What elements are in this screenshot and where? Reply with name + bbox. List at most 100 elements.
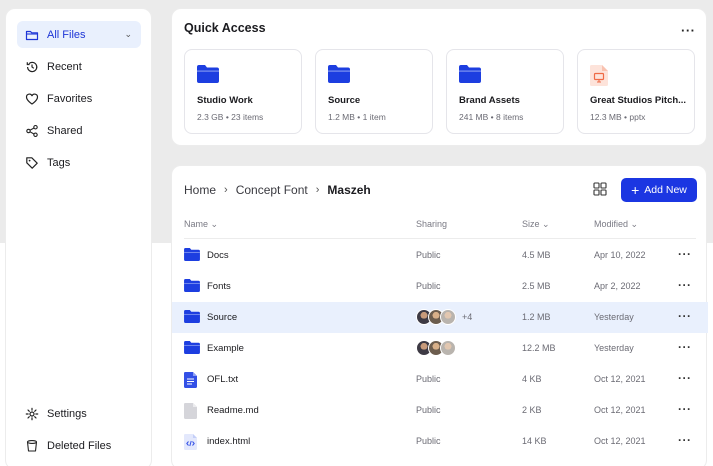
sidebar-item-label: Shared [47,124,83,137]
row-more-button[interactable]: ··· [678,371,692,385]
file-size: 1.2 MB [522,312,551,322]
presentation-file-icon [590,65,608,86]
table-row[interactable]: Fonts Public 2.5 MB Apr 2, 2022 ··· [172,271,708,302]
shared-avatars[interactable] [416,340,456,356]
sharing-status: Public [416,436,441,446]
table-row[interactable]: OFL.txt Public 4 KB Oct 12, 2021 ··· [172,364,708,395]
card-name: Source [328,95,361,106]
grid-icon [593,182,607,196]
table-row[interactable]: Docs Public 4.5 MB Apr 10, 2022 ··· [172,240,708,271]
card-name: Great Studios Pitch... [590,95,687,106]
modified-date: Oct 12, 2021 [594,405,646,415]
sharing-status: Public [416,374,441,384]
file-name: Fonts [207,281,231,292]
file-name: index.html [207,436,251,447]
sharing-status: Public [416,281,441,291]
row-more-button[interactable]: ··· [678,433,692,447]
quick-access-card[interactable]: Brand Assets 241 MB • 8 items [446,49,564,134]
table-row[interactable]: Source +4 1.2 MB Yesterday ··· [172,302,708,333]
breadcrumb-home[interactable]: Home [184,183,216,197]
trash-icon [26,439,38,452]
quick-access-card[interactable]: Great Studios Pitch... 12.3 MB • pptx [577,49,695,134]
sidebar-item-label: Favorites [47,92,93,105]
card-meta: 241 MB • 8 items [459,112,524,122]
folder-icon [459,65,481,83]
modified-date: Yesterday [594,312,634,322]
plus-icon: + [631,181,640,198]
sidebar-item-all-files[interactable]: All Files ⌄ [17,21,141,48]
card-meta: 1.2 MB • 1 item [328,112,386,122]
shared-avatars[interactable]: +4 [416,309,472,325]
modified-date: Yesterday [594,343,634,353]
column-header-size[interactable]: Size ⌄ [522,219,550,230]
file-name: Example [207,343,244,354]
row-more-button[interactable]: ··· [678,402,692,416]
folder-icon [184,248,200,261]
column-header-sharing: Sharing [416,219,448,229]
modified-date: Oct 12, 2021 [594,374,646,384]
sidebar-item-label: Settings [47,407,87,420]
card-meta: 2.3 GB • 23 items [197,112,264,122]
header-divider [184,238,696,239]
sidebar-item-label: Tags [47,156,71,169]
avatar [440,309,456,325]
column-header-name[interactable]: Name ⌄ [184,219,218,230]
column-header-modified[interactable]: Modified ⌄ [594,219,638,230]
text-file-icon [184,372,197,388]
breadcrumb: Home › Concept Font › Maszeh [184,183,371,197]
add-new-button[interactable]: + Add New [621,178,697,202]
quick-access-panel: Quick Access ··· Studio Work 2.3 GB • 23… [171,8,707,146]
sidebar-item-settings[interactable]: Settings [17,400,141,427]
folder-icon [184,341,200,354]
sidebar-item-deleted-files[interactable]: Deleted Files [17,432,141,459]
file-name: Source [207,312,238,323]
file-size: 14 KB [522,436,547,446]
sidebar-item-favorites[interactable]: Favorites [17,85,141,112]
sharing-status: Public [416,405,441,415]
file-name: Docs [207,250,229,261]
folder-icon [197,65,219,83]
chevron-right-icon: › [224,184,228,196]
row-more-button[interactable]: ··· [678,309,692,323]
breadcrumb-concept-font[interactable]: Concept Font [236,183,308,197]
modified-date: Oct 12, 2021 [594,436,646,446]
tag-icon [26,156,38,169]
row-more-button[interactable]: ··· [678,340,692,354]
folder-icon [328,65,350,83]
grid-view-button[interactable] [593,182,607,201]
row-more-button[interactable]: ··· [678,278,692,292]
quick-access-more-button[interactable]: ··· [681,24,696,37]
chevron-right-icon: › [315,184,320,196]
sidebar-item-shared[interactable]: Shared [17,117,141,144]
file-size: 2.5 MB [522,281,551,291]
quick-access-card[interactable]: Studio Work 2.3 GB • 23 items [184,49,302,134]
history-icon [26,61,38,72]
heart-icon [25,93,39,105]
file-size: 12.2 MB [522,343,556,353]
add-new-label: Add New [644,184,687,196]
modified-date: Apr 2, 2022 [594,281,641,291]
modified-date: Apr 10, 2022 [594,250,646,260]
chevron-down-icon[interactable]: ⌄ [124,29,132,40]
sidebar-item-tags[interactable]: Tags [17,149,141,176]
code-file-icon [184,434,197,450]
folder-icon [25,30,39,40]
shared-extra-count: +4 [462,312,473,322]
row-more-button[interactable]: ··· [678,247,692,261]
file-size: 4.5 MB [522,250,551,260]
sidebar-item-label: Deleted Files [47,439,112,452]
sidebar-item-recent[interactable]: Recent [17,53,141,80]
sidebar: All Files ⌄ Recent Favorites Shared Tags… [5,8,152,466]
quick-access-card[interactable]: Source 1.2 MB • 1 item [315,49,433,134]
sidebar-item-label: Recent [47,60,82,73]
table-row[interactable]: index.html Public 14 KB Oct 12, 2021 ··· [172,426,708,457]
sharing-status: Public [416,250,441,260]
table-row[interactable]: Example 12.2 MB Yesterday ··· [172,333,708,364]
file-name: Readme.md [207,405,259,416]
quick-access-title: Quick Access [184,21,266,35]
folder-icon [184,279,200,292]
folder-icon [184,310,200,323]
file-browser-panel: Home › Concept Font › Maszeh + Add New N… [171,165,708,466]
share-icon [26,124,38,137]
table-row[interactable]: Readme.md Public 2 KB Oct 12, 2021 ··· [172,395,708,426]
